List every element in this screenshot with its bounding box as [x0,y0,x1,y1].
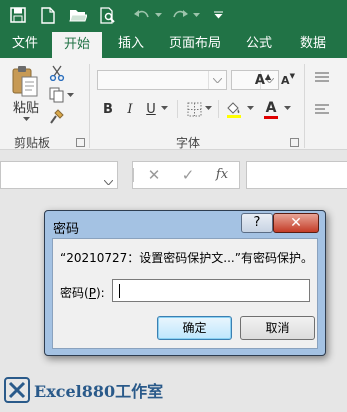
align-left-icon[interactable] [314,102,330,116]
cancel-formula-icon[interactable]: ✕ [141,162,167,188]
dialog-body: “20210727：设置密码保护文...”有密码保护。 密码(P): 确定 取消 [52,238,318,349]
align-top-icon[interactable] [314,70,330,84]
password-label-accelerator: P [88,286,96,300]
print-preview-icon[interactable] [96,3,120,27]
format-painter-icon[interactable] [48,108,66,126]
font-divider [177,100,178,118]
tab-file[interactable]: 文件 [2,30,48,58]
save-icon[interactable] [6,3,30,27]
formula-buttons: ✕ ✓ fx [132,161,240,189]
watermark: Excel880工作室 [0,374,163,406]
underline-button[interactable]: U [143,99,159,119]
redo-dropdown-icon[interactable] [192,3,200,27]
tab-data[interactable]: 数据 [290,30,336,58]
ribbon-body: 粘贴 剪贴板 A ▲ A ▼ B I U A 字体 [0,58,347,150]
ribbon-tabs: 文件 开始 插入 页面布局 公式 数据 [0,30,347,58]
clipboard-launcher-icon[interactable] [76,138,85,147]
name-box[interactable] [0,161,118,189]
tab-insert[interactable]: 插入 [108,30,154,58]
new-file-icon[interactable] [36,3,60,27]
ok-button[interactable]: 确定 [157,316,232,340]
password-label-prefix: 密码( [60,286,89,300]
paste-dropdown-icon[interactable] [18,114,34,124]
watermark-text: Excel880工作室 [34,382,164,401]
underline-dropdown-icon[interactable] [160,103,169,113]
cancel-button[interactable]: 取消 [240,316,315,340]
borders-dropdown-icon[interactable] [204,103,213,113]
clipboard-group-label: 剪贴板 [14,136,51,150]
password-field[interactable] [112,279,310,302]
help-button[interactable]: ? [241,213,273,233]
enter-formula-icon[interactable]: ✓ [175,162,201,188]
open-folder-icon[interactable] [66,3,90,27]
chevron-down-icon [103,170,114,189]
group-divider [304,64,305,148]
quick-access-toolbar [0,0,347,30]
font-color-dropdown-icon[interactable] [283,103,292,113]
font-color-button[interactable]: A [262,98,280,120]
formula-bar: ✕ ✓ fx [0,150,347,202]
caret-down-icon: ▼ [289,72,295,80]
font-divider [218,100,219,118]
cut-icon[interactable] [48,64,66,82]
protected-file-message: “20210727：设置密码保护文...”有密码保护。 [60,251,313,265]
insert-function-icon[interactable]: fx [209,162,235,188]
undo-icon[interactable] [130,3,154,27]
excel-logo-icon [2,375,32,405]
tab-formulas[interactable]: 公式 [236,30,282,58]
close-icon[interactable]: ✕ [273,213,319,233]
paste-label[interactable]: 粘贴 [10,98,42,116]
copy-icon[interactable] [48,86,66,104]
tab-page-layout[interactable]: 页面布局 [162,30,228,58]
password-label-suffix: ): [95,286,105,300]
undo-dropdown-icon[interactable] [154,3,162,27]
decrease-font-size-button[interactable]: A ▼ [280,70,296,90]
formula-input[interactable] [246,161,347,189]
caret-up-icon: ▲ [264,71,272,81]
text-cursor [119,284,120,298]
customize-qat-icon[interactable] [206,3,230,27]
fill-color-icon[interactable] [224,99,244,119]
bold-button[interactable]: B [100,99,116,119]
borders-icon[interactable] [185,100,203,118]
increase-font-size-button[interactable]: A ▲ [255,70,271,90]
password-label: 密码(P): [60,284,105,301]
redo-icon[interactable] [168,3,192,27]
font-group-label: 字体 [176,136,201,150]
font-shrink-letter: A [281,73,290,87]
paste-icon[interactable] [10,64,40,100]
font-launcher-icon[interactable] [290,138,299,147]
copy-dropdown-icon[interactable] [66,90,75,100]
fill-color-dropdown-icon[interactable] [246,103,255,113]
font-color-letter: A [265,99,277,116]
italic-button[interactable]: I [122,99,138,119]
group-divider [89,64,90,148]
formula-divider [133,168,134,182]
password-dialog: 密码 ? ✕ “20210727：设置密码保护文...”有密码保护。 密码(P)… [44,210,326,356]
tab-home[interactable]: 开始 [52,32,102,58]
dialog-title: 密码 [53,222,80,237]
font-name-dropdown[interactable] [97,70,227,90]
font-color-swatch [264,115,278,119]
chevron-down-icon [208,71,226,89]
font-grow-letter: A [254,72,265,88]
